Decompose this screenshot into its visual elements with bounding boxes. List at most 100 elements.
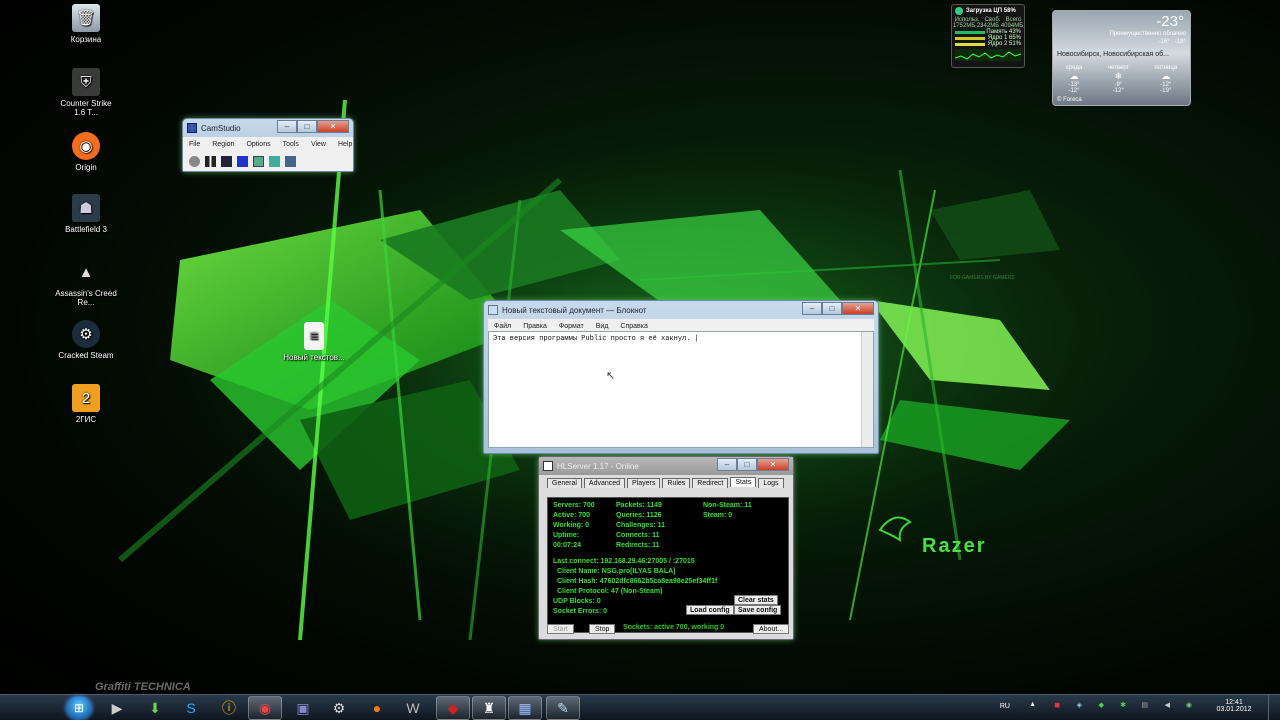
media-player-icon[interactable]: ▶ (100, 696, 134, 720)
menu-region[interactable]: Region (206, 141, 240, 148)
desktop-icon-steam[interactable]: ⚙ Cracked Steam (54, 320, 118, 360)
options-icon[interactable] (269, 155, 280, 167)
tab-stats[interactable]: Stats (730, 477, 757, 487)
hlserver-window[interactable]: HLServer 1.17 - Online ‒ □ ✕ General Adv… (538, 456, 794, 640)
menu-options[interactable]: Options (240, 141, 276, 148)
cpu-gadget-header: Загрузка ЦП 58% (952, 5, 1024, 17)
menu-help[interactable]: Help (332, 141, 358, 148)
world-of-tanks-icon[interactable]: W (396, 696, 430, 720)
minimize-button[interactable]: ‒ (277, 120, 297, 133)
stop-icon[interactable] (221, 155, 232, 167)
window-title: Новый текстовый документ — Блокнот (502, 305, 647, 315)
cloud-icon: ☁ (1161, 71, 1171, 81)
close-button[interactable]: ✕ (317, 120, 349, 133)
stat-packets: Packets: 1149 (616, 502, 662, 509)
desktop-icon-text-file[interactable]: ≡ Новый текстов... (282, 322, 346, 362)
desktop-icon-battlefield[interactable]: ☗ Battlefield 3 (54, 194, 118, 234)
stop-button[interactable]: Stop (589, 624, 616, 634)
maximize-button[interactable]: □ (822, 302, 842, 315)
show-desktop-button[interactable] (1268, 695, 1280, 720)
notepad-text-area[interactable]: Эта версия программы Public просто я её … (488, 331, 874, 448)
camstudio-titlebar[interactable]: CamStudio ‒ □ ✕ (183, 119, 353, 137)
forecast-lo: -12° (1068, 88, 1080, 94)
cpu-meter-gadget[interactable]: Загрузка ЦП 58% Использ. Своб. Всего 175… (951, 4, 1025, 68)
pause-icon[interactable] (205, 155, 216, 167)
desktop-icon-label: Новый текстов... (283, 353, 345, 362)
annotation-icon[interactable] (253, 155, 264, 167)
tab-general[interactable]: General (547, 478, 582, 488)
clock[interactable]: 12:41 03.01.2012 (1204, 699, 1264, 713)
maximize-button[interactable]: □ (737, 458, 757, 471)
desktop-icon-counter-strike[interactable]: ⛨ Counter Strike 1.6 T... (54, 68, 118, 117)
menu-format[interactable]: Формат (553, 323, 590, 330)
floppy-icon[interactable]: ▣ (286, 696, 320, 720)
tray-app-icon[interactable]: ✱ (1120, 701, 1126, 709)
tab-players[interactable]: Players (627, 478, 661, 488)
menu-file[interactable]: Файл (488, 323, 517, 330)
desktop-icon-origin[interactable]: ◉ Origin (54, 132, 118, 172)
tab-rules[interactable]: Rules (662, 478, 691, 488)
close-button[interactable]: ✕ (842, 302, 874, 315)
menu-view[interactable]: Вид (590, 323, 615, 330)
stat-working: Working: 0 (553, 522, 590, 529)
weather-gadget[interactable]: -23° Преимущественно облачно -16° · -18°… (1052, 10, 1191, 106)
player-icon[interactable] (285, 155, 296, 167)
save-config-button[interactable]: Save config (734, 605, 782, 615)
text-file-icon: ≡ (304, 322, 324, 350)
clock-time: 12:41 (1225, 699, 1243, 706)
counter-strike-taskbar-icon[interactable]: ♜ (472, 696, 506, 720)
maximize-button[interactable]: □ (297, 120, 317, 133)
minimize-button[interactable]: ‒ (802, 302, 822, 315)
menu-tools[interactable]: Tools (277, 141, 305, 148)
menu-edit[interactable]: Правка (517, 323, 553, 330)
close-button[interactable]: ✕ (757, 458, 789, 471)
desktop-icon-label: Корзина (70, 35, 102, 44)
steam-taskbar-icon[interactable]: ⚙ (322, 696, 356, 720)
skype-icon[interactable]: S (174, 696, 208, 720)
vertical-scrollbar[interactable] (861, 332, 873, 447)
menu-file[interactable]: File (183, 141, 206, 148)
chrome-icon[interactable]: ◉ (248, 696, 282, 720)
razer-taskbar-icon[interactable]: ◆ (436, 696, 470, 720)
notepad-content: Эта версия программы Public просто я её … (493, 335, 699, 343)
about-button[interactable]: About... (753, 624, 790, 634)
tab-logs[interactable]: Logs (758, 478, 784, 488)
volume-icon[interactable]: ◀ (1165, 701, 1170, 709)
camstudio-taskbar-icon[interactable]: ▦ (508, 696, 542, 720)
network-icon[interactable]: ▤ (1141, 701, 1148, 709)
menu-view[interactable]: View (305, 141, 332, 148)
gauge-icon (955, 7, 963, 15)
load-config-button[interactable]: Load config (686, 605, 734, 615)
desktop-icon-recycle-bin[interactable]: 🗑 Корзина (54, 4, 118, 44)
assassins-creed-icon: ▲ (78, 263, 94, 281)
start-button[interactable]: Start (547, 624, 574, 634)
cpu-val: 1752МБ (952, 23, 976, 29)
firefox-icon[interactable]: ● (360, 696, 394, 720)
tray-app-icon[interactable]: ◈ (1077, 701, 1082, 709)
record-icon[interactable] (189, 155, 200, 167)
tray-app-icon[interactable]: ◆ (1099, 701, 1104, 709)
core2-usage: Ядро 2 51% (987, 41, 1021, 47)
show-hidden-icons[interactable]: ▲ (1029, 701, 1036, 708)
language-indicator[interactable]: RU (1000, 703, 1010, 710)
notepad-taskbar-icon[interactable]: ✎ (546, 696, 580, 720)
desktop-icon-2gis[interactable]: 2 2ГИС (54, 384, 118, 424)
camstudio-window[interactable]: CamStudio ‒ □ ✕ File Region Options Tool… (182, 118, 354, 172)
minimize-button[interactable]: ‒ (717, 458, 737, 471)
region-icon[interactable] (237, 155, 248, 167)
menu-help[interactable]: Справка (614, 323, 653, 330)
tray-app-icon[interactable]: ◉ (1186, 701, 1192, 709)
tab-redirect[interactable]: Redirect (692, 478, 729, 488)
desktop-icon-assassins-creed[interactable]: ▲ Assassin's Creed Re... (54, 258, 118, 308)
clear-stats-button[interactable]: Clear stats (734, 595, 778, 605)
hlserver-titlebar[interactable]: HLServer 1.17 - Online ‒ □ ✕ (539, 457, 793, 475)
notepad-titlebar[interactable]: Новый текстовый документ — Блокнот ‒ □ ✕ (484, 301, 878, 319)
cpu-gadget-title: Загрузка ЦП 58% (966, 8, 1016, 14)
info-icon[interactable]: ⓘ (212, 696, 246, 720)
stats-col-steam: Non-Steam: 11 Steam: 0 (703, 501, 752, 521)
tray-app-icon[interactable]: ◼ (1054, 701, 1060, 709)
start-button[interactable]: ⊞ (66, 696, 92, 720)
download-icon[interactable]: ⬇ (138, 696, 172, 720)
tab-advanced[interactable]: Advanced (583, 478, 626, 488)
notepad-window[interactable]: Новый текстовый документ — Блокнот ‒ □ ✕… (483, 300, 879, 454)
